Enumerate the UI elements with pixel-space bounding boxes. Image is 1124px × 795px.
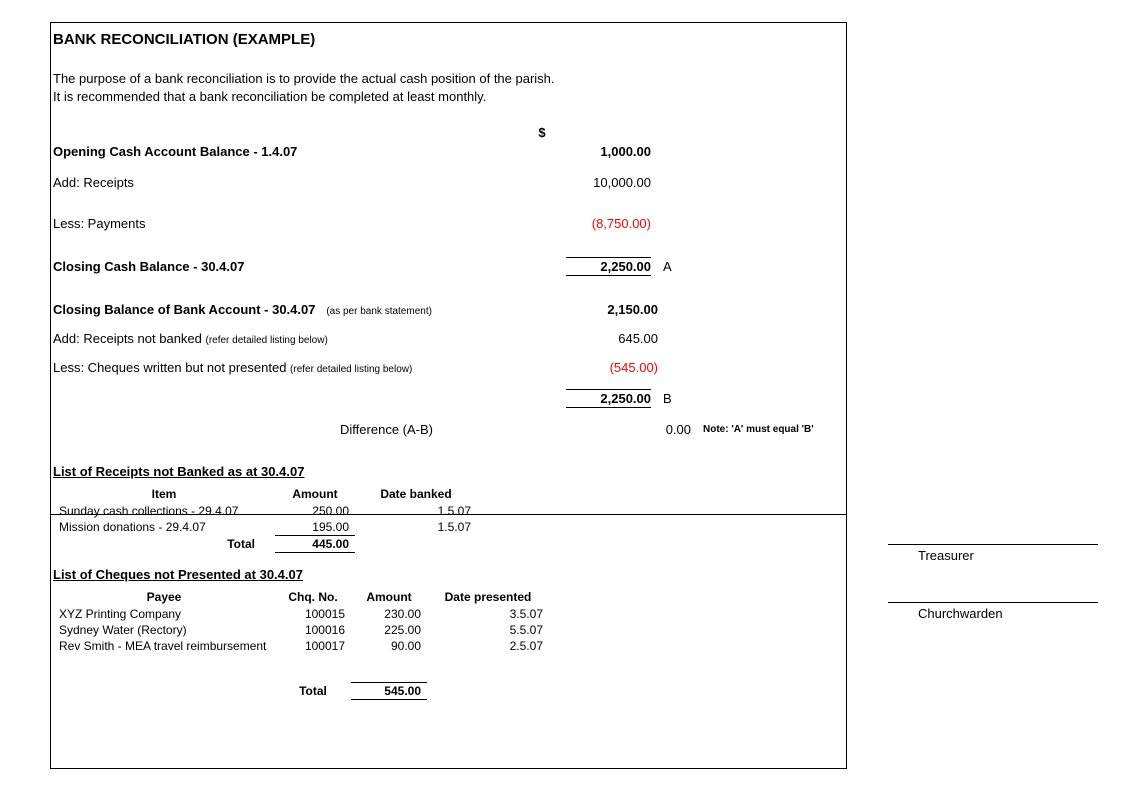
closing-bank-note: (as per bank statement)	[326, 306, 432, 317]
receipts-date: 1.5.07	[355, 519, 477, 536]
receipts-h-date: Date banked	[355, 485, 477, 503]
cheques-date: 5.5.07	[427, 622, 549, 638]
receipts-h-item: Item	[53, 485, 275, 503]
cheques-date: 3.5.07	[427, 606, 549, 622]
add-receipts-amount: 10,000.00	[566, 175, 651, 190]
letter-b: B	[659, 391, 687, 406]
receipts-amount: 195.00	[275, 519, 355, 536]
cheques-payee: Sydney Water (Rectory)	[53, 622, 275, 638]
less-payments-amount: (8,750.00)	[566, 216, 651, 231]
add-receipts-nb-note: (refer detailed listing below)	[206, 335, 328, 346]
table-row: Rev Smith - MEA travel reimbursement 100…	[53, 638, 549, 654]
less-cheques-np-text: Less: Cheques written but not presented	[53, 360, 290, 375]
less-cheques-np-amount: (545.00)	[573, 360, 658, 375]
receipts-total-label: Total	[53, 536, 275, 553]
cheques-payee: XYZ Printing Company	[53, 606, 275, 622]
closing-cash-amount: 2,250.00	[566, 257, 651, 276]
receipts-amount: 250.00	[275, 503, 355, 519]
difference-remark: Note: 'A' must equal 'B'	[699, 424, 863, 435]
closing-bank-amount: 2,150.00	[573, 302, 658, 317]
cheques-payee: Rev Smith - MEA travel reimbursement	[53, 638, 275, 654]
cheques-chqno: 100016	[275, 622, 351, 638]
add-receipts-nb-text: Add: Receipts not banked	[53, 331, 206, 346]
table-row: Mission donations - 29.4.07 195.00 1.5.0…	[53, 519, 477, 536]
add-receipts-nb-label: Add: Receipts not banked (refer detailed…	[53, 331, 573, 346]
cheques-date: 2.5.07	[427, 638, 549, 654]
churchwarden-signature-line	[888, 602, 1098, 603]
subtotal-b-amount: 2,250.00	[566, 389, 651, 408]
treasurer-signature-line	[888, 544, 1098, 545]
intro-line-2: It is recommended that a bank reconcilia…	[53, 89, 486, 104]
table-row: Sunday cash collections - 29.4.07 250.00…	[53, 503, 477, 519]
difference-label: Difference (A-B)	[53, 422, 473, 437]
cheques-chqno: 100017	[275, 638, 351, 654]
cheques-chqno: 100015	[275, 606, 351, 622]
document-frame: BANK RECONCILIATION (EXAMPLE) The purpos…	[50, 22, 847, 769]
cheques-h-amount: Amount	[351, 588, 427, 606]
intro-line-1: The purpose of a bank reconciliation is …	[53, 71, 555, 86]
cheques-total: 545.00	[351, 683, 427, 700]
opening-balance-amount: 1,000.00	[566, 144, 651, 159]
intro-text: The purpose of a bank reconciliation is …	[51, 48, 846, 105]
cheques-h-payee: Payee	[53, 588, 275, 606]
receipts-item: Mission donations - 29.4.07	[53, 519, 275, 536]
divider	[51, 514, 846, 515]
cheques-h-chqno: Chq. No.	[275, 588, 351, 606]
receipts-table: Item Amount Date banked Sunday cash coll…	[53, 485, 477, 553]
cheques-heading: List of Cheques not Presented at 30.4.07	[51, 567, 846, 582]
treasurer-label: Treasurer	[918, 548, 974, 563]
cheques-amount: 90.00	[351, 638, 427, 654]
less-payments-label: Less: Payments	[53, 216, 433, 231]
receipts-total: 445.00	[275, 536, 355, 553]
cheques-amount: 225.00	[351, 622, 427, 638]
churchwarden-label: Churchwarden	[918, 606, 1003, 621]
closing-bank-label: Closing Balance of Bank Account - 30.4.0…	[53, 302, 573, 317]
table-row: XYZ Printing Company 100015 230.00 3.5.0…	[53, 606, 549, 622]
cheques-total-label: Total	[275, 683, 351, 700]
difference-amount: 0.00	[606, 422, 691, 437]
receipts-date: 1.5.07	[355, 503, 477, 519]
receipts-heading: List of Receipts not Banked as at 30.4.0…	[51, 464, 846, 479]
less-cheques-np-label: Less: Cheques written but not presented …	[53, 360, 573, 375]
table-row: Sydney Water (Rectory) 100016 225.00 5.5…	[53, 622, 549, 638]
cheques-h-date: Date presented	[427, 588, 549, 606]
letter-a: A	[659, 259, 687, 274]
page-title: BANK RECONCILIATION (EXAMPLE)	[51, 23, 846, 48]
receipts-h-amount: Amount	[275, 485, 355, 503]
add-receipts-label: Add: Receipts	[53, 175, 433, 190]
closing-bank-label-text: Closing Balance of Bank Account - 30.4.0…	[53, 302, 315, 317]
cheques-table: Payee Chq. No. Amount Date presented XYZ…	[53, 588, 549, 700]
receipts-item: Sunday cash collections - 29.4.07	[53, 503, 275, 519]
cheques-amount: 230.00	[351, 606, 427, 622]
add-receipts-nb-amount: 645.00	[573, 331, 658, 346]
less-cheques-np-note: (refer detailed listing below)	[290, 364, 412, 375]
currency-header: $	[433, 125, 659, 140]
closing-cash-label: Closing Cash Balance - 30.4.07	[53, 259, 433, 274]
opening-balance-label: Opening Cash Account Balance - 1.4.07	[53, 144, 433, 159]
